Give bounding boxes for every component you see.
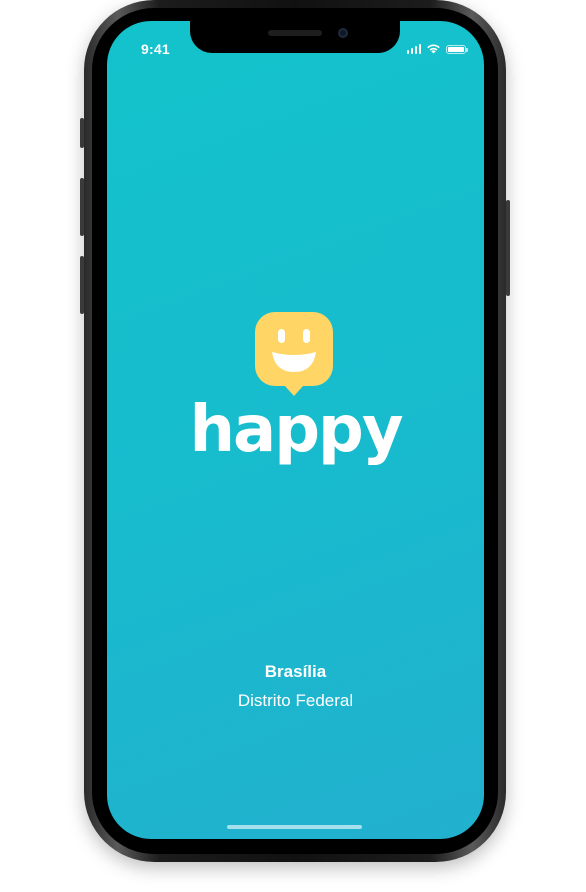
speaker-grille (268, 30, 322, 36)
front-camera (338, 28, 348, 38)
cellular-signal-icon (406, 43, 421, 54)
location-state: Distrito Federal (237, 691, 354, 710)
splash-screen: 9:41 happy Brasília Distrito Federal (107, 21, 484, 839)
home-indicator[interactable] (227, 825, 362, 829)
notch (190, 21, 400, 53)
location-city: Brasília (264, 662, 327, 681)
silent-switch (80, 118, 84, 148)
app-wordmark: happy (189, 393, 403, 467)
volume-down-button (80, 256, 84, 314)
volume-up-button (80, 178, 84, 236)
battery-icon (446, 45, 468, 54)
status-icons (406, 43, 468, 54)
status-time: 9:41 (141, 41, 170, 57)
power-button (506, 200, 510, 296)
smiley-chat-bubble-icon (255, 312, 333, 396)
wifi-icon (427, 44, 440, 54)
